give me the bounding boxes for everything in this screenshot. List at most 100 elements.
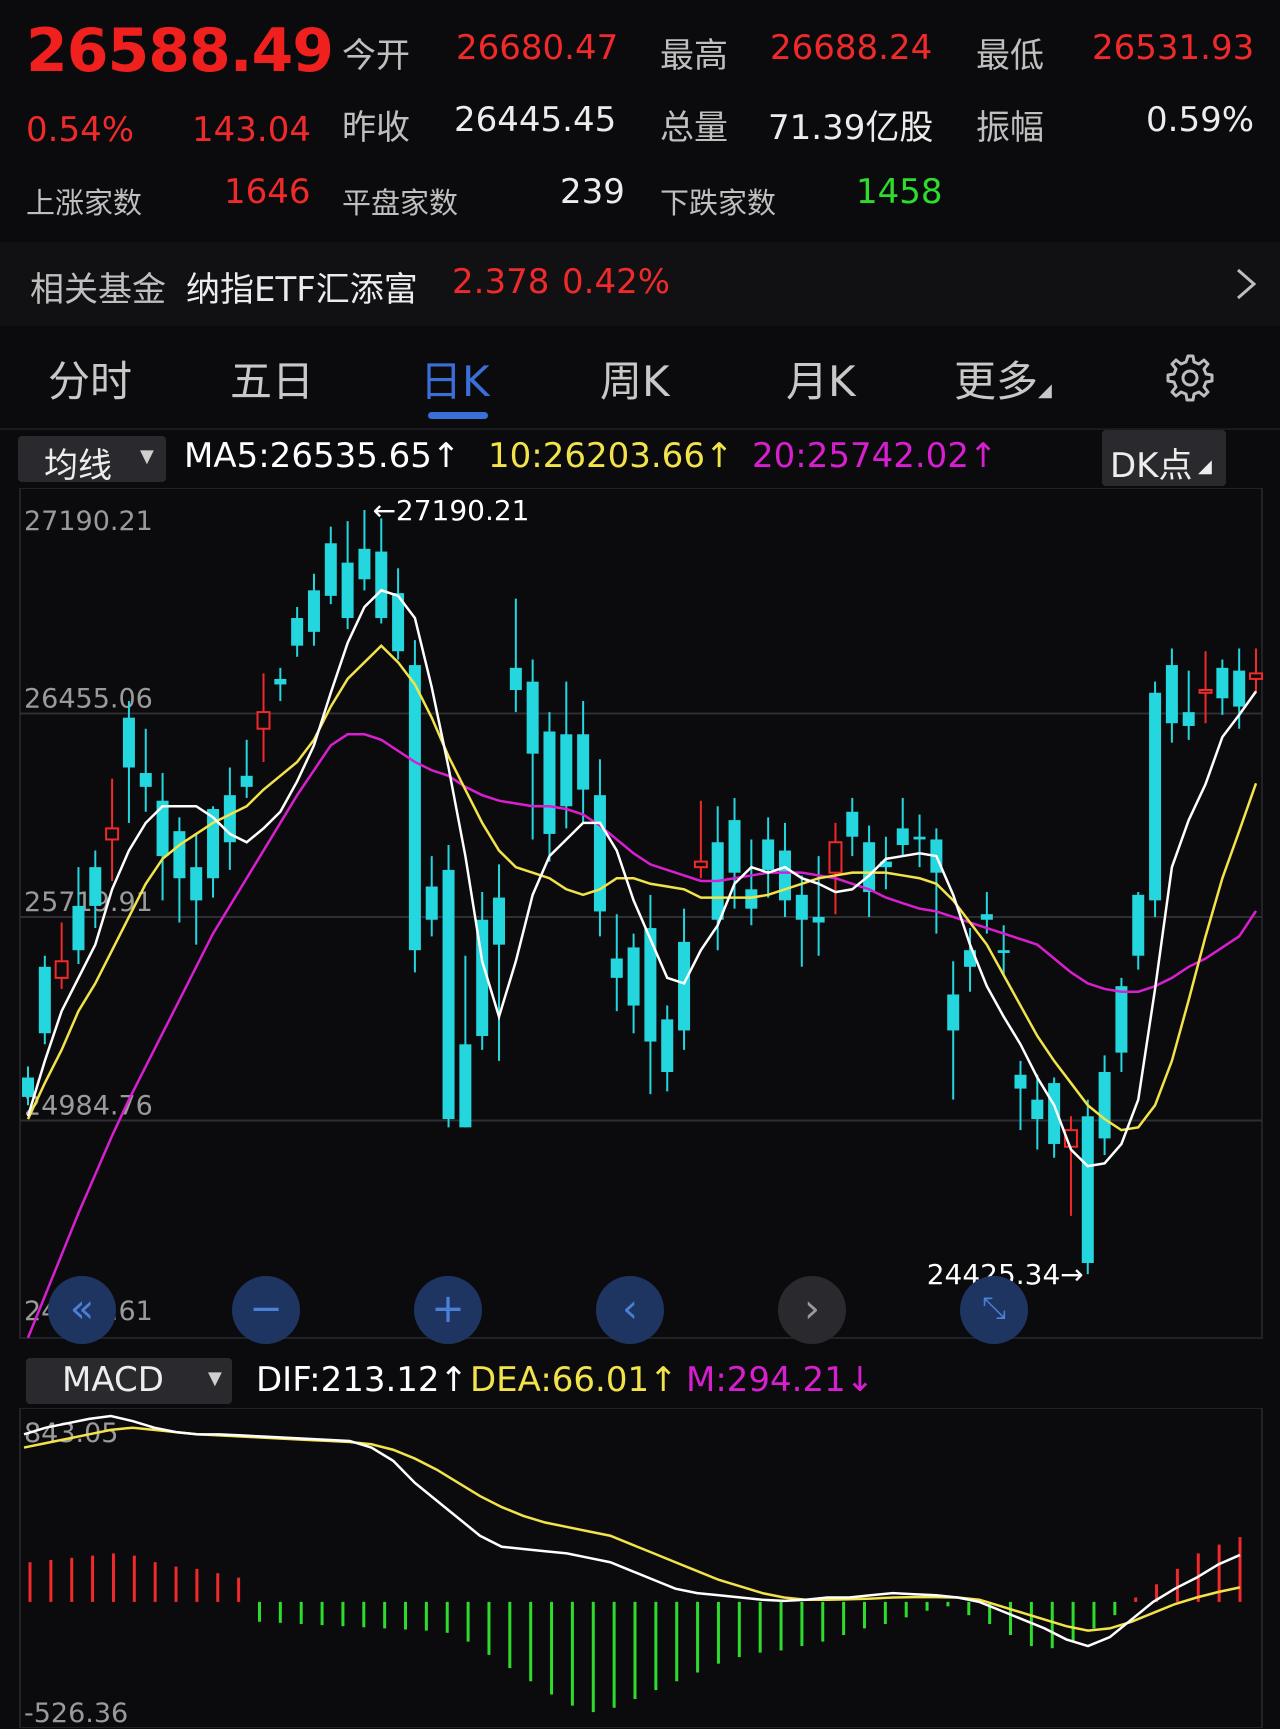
candle [795,875,808,967]
candle [577,701,590,823]
candle [812,856,825,956]
change-value: 143.04 [192,110,311,150]
candle [1165,648,1178,743]
up-count-label: 上涨家数 [26,186,143,220]
macd-dea-value: DEA:66.01↑ [470,1360,678,1400]
candle [190,833,203,945]
candle [105,778,120,881]
ma-selector-label: 均线 [44,446,112,486]
candle [291,606,304,657]
amplitude-value: 0.59% [1146,100,1255,140]
candle [274,667,287,702]
dropdown-arrow-icon: ▼ [140,446,154,467]
candle [122,701,135,823]
high-label: 最高 [660,36,728,76]
volume-label: 总量 [660,108,728,148]
macd-dea-line [23,1426,1241,1632]
candle [543,712,556,862]
high-value: 26688.24 [770,28,933,68]
candle [947,961,960,1100]
candle [846,797,859,857]
candle [627,933,640,1034]
y-tick-label: 25719.91 [24,887,153,918]
ma-selector[interactable]: 均线 ▼ [18,436,166,486]
down-count-label: 下跌家数 [660,186,777,220]
settings-gear-icon[interactable] [1160,350,1216,406]
candle [240,739,253,798]
tab-weekly-k[interactable]: 周K [600,348,670,409]
macd-bottom-tick: -526.36 [24,1698,128,1728]
candle [913,814,926,868]
candle [762,817,775,898]
candle [358,510,371,591]
fast-back-button[interactable]: « [48,1276,116,1344]
prev-button[interactable]: ‹ [596,1276,664,1344]
y-tick-label: 27190.21 [24,506,153,537]
amplitude-label: 振幅 [976,108,1044,148]
candle [1149,681,1162,917]
candle [711,806,724,951]
ma20-value: 20:25742.02↑ [752,436,998,476]
candle [661,1005,674,1092]
candle [375,518,388,624]
candle [341,521,354,630]
candle [156,773,169,901]
fund-name: 纳指ETF汇添富 [186,270,418,310]
flat-count-label: 平盘家数 [342,186,459,220]
fast-back-icon: « [69,1286,95,1332]
macd-dif-value: DIF:213.12↑ [256,1360,469,1400]
zoom-in-icon: + [431,1286,465,1332]
candle [896,797,909,857]
candle [459,955,472,1128]
open-label: 今开 [342,36,410,76]
candle [560,681,573,829]
up-count: 1646 [224,172,311,212]
macd-chart[interactable]: 843.05-526.36 [0,1408,1280,1728]
candle [1249,648,1263,693]
fund-label: 相关基金 [30,270,166,310]
low-value: 26531.93 [1092,28,1255,68]
change-percent: 0.54% [26,110,135,150]
prev-icon: ‹ [622,1286,638,1332]
macd-selector-label: MACD [62,1360,164,1400]
candle [745,839,758,926]
max-price-annotation: ←27190.21 [372,494,529,527]
candle [610,914,623,1012]
macd-selector[interactable]: MACD ▼ [26,1358,232,1404]
next-button[interactable]: › [778,1276,846,1344]
candle [139,728,152,812]
candle [425,856,438,937]
dk-point-button[interactable]: DK点 ◢ [1102,430,1226,486]
candle [173,817,186,923]
zoom-out-button[interactable]: − [232,1276,300,1344]
zoom-in-button[interactable]: + [414,1276,482,1344]
tab-monthly-k[interactable]: 月K [786,348,856,409]
chevron-right-icon[interactable] [1226,264,1266,304]
candle [964,928,977,992]
zoom-out-icon: − [249,1286,283,1332]
tab-five-day[interactable]: 五日 [230,348,314,409]
candle [693,800,708,879]
candle [644,894,657,1095]
active-tab-indicator [428,412,488,419]
candle [223,767,236,870]
low-label: 最低 [976,36,1044,76]
current-price: 26588.49 [26,16,334,86]
candle [72,867,85,965]
prev-close-value: 26445.45 [454,100,617,140]
crosshair-button[interactable]: ⤡ [960,1276,1028,1344]
candle [1216,659,1229,715]
tab-more[interactable]: 更多◢ [954,348,1052,409]
related-fund-bar[interactable]: 相关基金 纳指ETF汇添富 2.378 0.42% [0,242,1280,326]
candle [256,673,271,762]
chart-frame [19,488,1263,1339]
candle [38,955,51,1045]
candlestick-chart[interactable]: 27190.2126455.0625719.9124984.7624249.61… [0,488,1280,1348]
tab-daily-k[interactable]: 日K [420,348,490,409]
candle [1182,670,1195,740]
prev-close-label: 昨收 [342,108,410,148]
flat-count: 239 [560,172,625,212]
fund-price: 2.378 [452,262,550,302]
macd-dif-line [23,1414,1241,1648]
tab-intraday[interactable]: 分时 [48,348,132,409]
